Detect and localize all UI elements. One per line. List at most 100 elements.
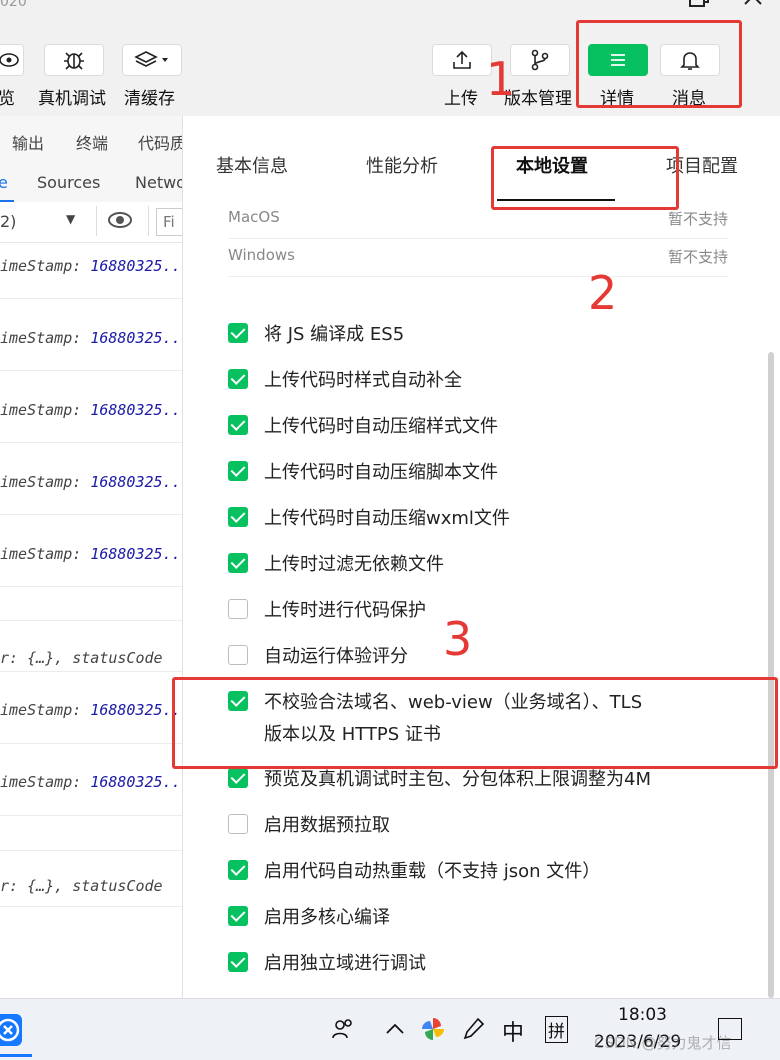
option-checkbox[interactable] xyxy=(228,860,248,880)
ime-pinyin-indicator[interactable]: 拼 xyxy=(545,1016,568,1043)
watermark: CSDN @努力鬼才信 xyxy=(594,1034,732,1052)
log-line[interactable]: imeStamp: 16880325... xyxy=(0,329,182,347)
eye-icon[interactable] xyxy=(107,210,133,234)
log-text: imeStamp: xyxy=(0,401,91,419)
log-timestamp: 16880325... xyxy=(90,473,182,491)
preview-label: 览 xyxy=(0,89,15,109)
log-separator xyxy=(0,671,182,672)
pinwheel-icon[interactable] xyxy=(420,1016,446,1046)
panel-scrollbar[interactable] xyxy=(768,352,774,998)
option-label[interactable]: 启用代码自动热重载（不支持 json 文件） xyxy=(264,857,600,883)
log-line[interactable]: imeStamp: 16880325... xyxy=(0,701,182,719)
version-button[interactable] xyxy=(510,44,570,76)
log-line[interactable]: r: {…}, statusCode xyxy=(0,877,182,895)
clear-cache-button[interactable] xyxy=(122,44,182,76)
option-checkbox[interactable] xyxy=(228,461,248,481)
log-level-select[interactable]: 2) xyxy=(0,212,16,231)
preview-button[interactable] xyxy=(0,44,24,76)
divider xyxy=(96,206,97,236)
log-text: imeStamp: xyxy=(0,701,91,719)
tab-network[interactable]: Netwo xyxy=(135,173,182,192)
tab-console[interactable]: e xyxy=(0,173,8,192)
option-label[interactable]: 自动运行体验评分 xyxy=(264,642,408,668)
annotation-box-2 xyxy=(491,146,679,210)
annotation-number-3: 3 xyxy=(443,612,473,666)
option-label[interactable]: 上传代码时自动压缩wxml文件 xyxy=(264,504,510,530)
upload-button[interactable] xyxy=(432,44,492,76)
bug-icon xyxy=(64,52,84,70)
ime-chinese-indicator[interactable]: 中 xyxy=(502,1015,524,1047)
option-checkbox[interactable] xyxy=(228,369,248,389)
platform-name: MacOS xyxy=(228,208,280,226)
window-title: 020 xyxy=(0,0,27,10)
tab-code-quality[interactable]: 代码质 xyxy=(138,130,182,154)
log-line[interactable]: r: {…}, statusCode xyxy=(0,649,182,667)
platform-status: 暂不支持 xyxy=(667,210,728,228)
chevron-up-icon[interactable] xyxy=(384,1018,406,1044)
option-checkbox[interactable] xyxy=(228,323,248,343)
log-text: r: {…}, statusCode xyxy=(0,877,163,895)
tab-basic-info[interactable]: 基本信息 xyxy=(216,152,288,178)
option-label[interactable]: 上传代码时样式自动补全 xyxy=(264,366,462,392)
option-checkbox[interactable] xyxy=(228,553,248,573)
log-line[interactable]: imeStamp: 16880325... xyxy=(0,257,182,275)
branch-icon xyxy=(531,49,549,71)
annotation-number-2: 2 xyxy=(588,266,618,320)
log-timestamp: 16880325... xyxy=(90,773,182,791)
divider xyxy=(148,206,149,236)
log-separator xyxy=(0,442,182,443)
upload-icon xyxy=(453,50,471,69)
option-checkbox[interactable] xyxy=(228,906,248,926)
option-checkbox[interactable] xyxy=(228,952,248,972)
remote-debug-button[interactable] xyxy=(44,44,104,76)
option-checkbox[interactable] xyxy=(228,599,248,619)
option-label[interactable]: 启用多核心编译 xyxy=(264,903,390,929)
log-separator xyxy=(0,298,182,299)
chevron-down-icon[interactable]: ▼ xyxy=(66,212,75,226)
console-filter-input[interactable]: Fi xyxy=(156,208,182,236)
clock-time[interactable]: 18:03 xyxy=(618,1005,667,1025)
option-checkbox[interactable] xyxy=(228,768,248,788)
platform-name: Windows xyxy=(228,246,295,264)
pen-icon[interactable] xyxy=(462,1016,486,1046)
log-text: imeStamp: xyxy=(0,329,91,347)
tab-terminal[interactable]: 终端 xyxy=(76,130,108,154)
option-checkbox[interactable] xyxy=(228,814,248,834)
log-separator xyxy=(0,850,182,851)
log-text: r: {…}, statusCode xyxy=(0,649,163,667)
notification-icon[interactable] xyxy=(718,1018,742,1040)
option-checkbox[interactable] xyxy=(228,507,248,527)
option-label[interactable]: 上传代码时自动压缩样式文件 xyxy=(264,412,498,438)
option-label[interactable]: 启用独立域进行调试 xyxy=(264,949,426,975)
log-text: imeStamp: xyxy=(0,257,91,275)
people-icon[interactable] xyxy=(330,1016,356,1046)
log-line[interactable]: imeStamp: 16880325... xyxy=(0,773,182,791)
app-icon[interactable] xyxy=(0,1014,22,1046)
annotation-number-1: 1 xyxy=(486,52,516,106)
log-separator xyxy=(0,906,182,907)
tab-performance[interactable]: 性能分析 xyxy=(366,152,438,178)
log-line[interactable]: imeStamp: 16880325... xyxy=(0,545,182,563)
tab-output[interactable]: 输出 xyxy=(12,130,44,154)
option-checkbox[interactable] xyxy=(228,645,248,665)
option-label[interactable]: 上传代码时自动压缩脚本文件 xyxy=(264,458,498,484)
log-text: imeStamp: xyxy=(0,773,91,791)
eye-icon xyxy=(0,53,19,67)
option-label[interactable]: 启用数据预拉取 xyxy=(264,811,390,837)
option-label[interactable]: 上传时过滤无依赖文件 xyxy=(264,550,444,576)
option-label[interactable]: 上传时进行代码保护 xyxy=(264,596,426,622)
tab-sources[interactable]: Sources xyxy=(37,173,100,192)
log-line[interactable]: imeStamp: 16880325... xyxy=(0,473,182,491)
log-timestamp: 16880325... xyxy=(90,329,182,347)
log-separator xyxy=(0,620,182,621)
log-line[interactable]: imeStamp: 16880325... xyxy=(0,401,182,419)
maximize-icon[interactable] xyxy=(688,0,710,12)
platform-row-windows: Windows 暂不支持 xyxy=(228,238,728,277)
upload-label: 上传 xyxy=(444,89,478,109)
close-icon[interactable] xyxy=(742,0,764,12)
layers-icon xyxy=(134,51,168,67)
platform-status: 暂不支持 xyxy=(667,248,728,266)
option-label[interactable]: 将 JS 编译成 ES5 xyxy=(264,320,404,346)
option-checkbox[interactable] xyxy=(228,415,248,435)
log-separator xyxy=(0,815,182,816)
